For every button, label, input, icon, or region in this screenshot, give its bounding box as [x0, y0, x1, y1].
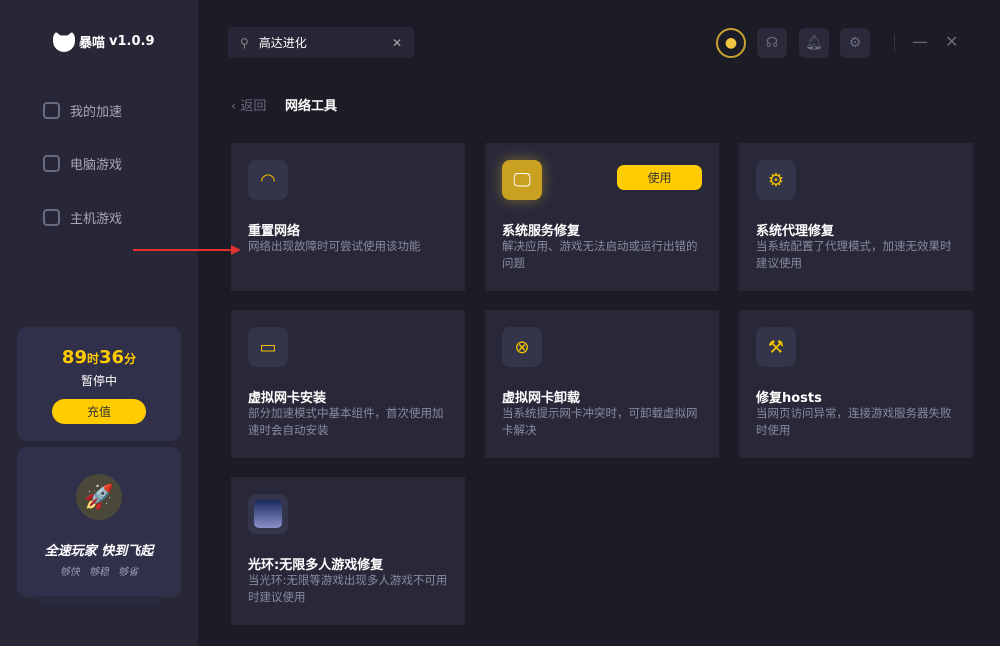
promo-slogan: 全速玩家 快到飞起	[44, 544, 154, 559]
monitor-gear-icon: ⚙	[756, 160, 796, 200]
network-card-remove-icon: ⊗	[502, 327, 542, 367]
tool-card-proxy-repair[interactable]: ⚙ 系统代理修复 当系统配置了代理模式，加速无效果时建议使用	[739, 143, 973, 291]
card-desc: 当光环:无限等游戏出现多人游戏不可用时建议使用	[248, 573, 448, 604]
card-title: 重置网络	[248, 224, 301, 239]
card-desc: 部分加速模式中基本组件，首次使用加速时会自动安装	[248, 406, 444, 437]
router-icon: ◠	[248, 160, 288, 200]
gear-icon[interactable]: ⚙	[840, 28, 870, 58]
status-text: 暂停中	[80, 374, 117, 388]
use-button[interactable]: 使用	[617, 165, 702, 190]
sidebar-item-my-acceleration[interactable]: 我的加速	[43, 101, 122, 120]
tool-card-install-virtual-nic[interactable]: ▭ 虚拟网卡安装 部分加速模式中基本组件，首次使用加速时会自动安装	[231, 310, 465, 458]
card-desc: 当系统配置了代理模式，加速无效果时建议使用	[756, 239, 952, 270]
card-title: 系统代理修复	[756, 224, 835, 239]
card-title: 虚拟网卡安装	[248, 391, 327, 406]
halo-game-icon	[248, 494, 288, 534]
monitor-icon	[43, 155, 60, 172]
card-title: 系统服务修复	[502, 224, 581, 239]
tool-card-halo-repair[interactable]: 光环:无限多人游戏修复 当光环:无限等游戏出现多人游戏不可用时建议使用	[231, 477, 465, 625]
sidebar-item-console-games[interactable]: 主机游戏	[43, 208, 122, 227]
version: v1.0.9	[109, 33, 155, 49]
brand-name: 暴喵	[79, 35, 106, 51]
search-box[interactable]: ⚲ 高达进化 ✕	[228, 27, 414, 58]
user-avatar[interactable]: ●	[716, 28, 746, 58]
support-headset-icon[interactable]: ☊	[757, 28, 787, 58]
card-desc: 解决应用、游戏无法启动或运行出错的问题	[502, 239, 698, 270]
card-desc: 网络出现故障时可尝试使用该功能	[248, 239, 421, 253]
chart-icon	[43, 102, 60, 119]
card-title: 光环:无限多人游戏修复	[248, 558, 384, 573]
card-desc: 当网页访问异常，连接游戏服务器失败时使用	[756, 406, 952, 437]
promo-banner[interactable]: 🚀 全速玩家 快到飞起 够快 够稳 够省	[17, 447, 181, 597]
recharge-button[interactable]: 充值	[52, 399, 146, 424]
promo-subtitle: 够快 够稳 够省	[59, 567, 139, 578]
rocket-icon: 🚀	[76, 474, 122, 520]
sidebar-item-label: 我的加速	[70, 105, 123, 120]
monitor-tools-icon: 🖵	[502, 160, 542, 200]
card-title: 修复hosts	[756, 391, 822, 406]
tool-card-uninstall-virtual-nic[interactable]: ⊗ 虚拟网卡卸载 当系统提示网卡冲突时，可卸载虚拟网卡解决	[485, 310, 719, 458]
bell-icon[interactable]: 🔔︎	[799, 28, 829, 58]
sidebar-item-label: 电脑游戏	[70, 158, 123, 173]
remaining-time: 89时36分	[61, 347, 137, 368]
browser-tools-icon: ⚒	[756, 327, 796, 367]
remaining-time-panel: 89时36分 暂停中 充值	[17, 327, 181, 441]
card-desc: 当系统提示网卡冲突时，可卸载虚拟网卡解决	[502, 406, 698, 437]
tool-card-system-service-repair[interactable]: 🖵 使用 系统服务修复 解决应用、游戏无法启动或运行出错的问题	[485, 143, 719, 291]
sidebar: 暴喵 v1.0.9 我的加速 电脑游戏 主机游戏 89时36分 暂停中 充值 🚀…	[0, 0, 198, 646]
sidebar-item-pc-games[interactable]: 电脑游戏	[43, 154, 122, 173]
search-icon: ⚲	[240, 35, 249, 50]
clear-search-icon[interactable]: ✕	[392, 36, 402, 50]
app-logo: 暴喵 v1.0.9	[53, 30, 155, 52]
sidebar-item-label: 主机游戏	[70, 212, 123, 227]
tool-card-reset-network[interactable]: ◠ 重置网络 网络出现故障时可尝试使用该功能	[231, 143, 465, 291]
divider	[894, 34, 895, 52]
close-icon[interactable]: ✕	[945, 32, 958, 51]
gamepad-icon	[43, 209, 60, 226]
search-input[interactable]: 高达进化	[259, 34, 307, 51]
annotation-arrow	[133, 245, 241, 255]
tool-card-repair-hosts[interactable]: ⚒ 修复hosts 当网页访问异常，连接游戏服务器失败时使用	[739, 310, 973, 458]
card-title: 虚拟网卡卸载	[502, 391, 581, 406]
network-card-icon: ▭	[248, 327, 288, 367]
page-title: 网络工具	[285, 99, 338, 114]
back-button[interactable]: ‹ 返回	[231, 95, 266, 114]
minimize-icon[interactable]: —	[912, 32, 928, 51]
cat-logo-icon	[53, 30, 75, 52]
promo-shadow	[35, 596, 163, 604]
